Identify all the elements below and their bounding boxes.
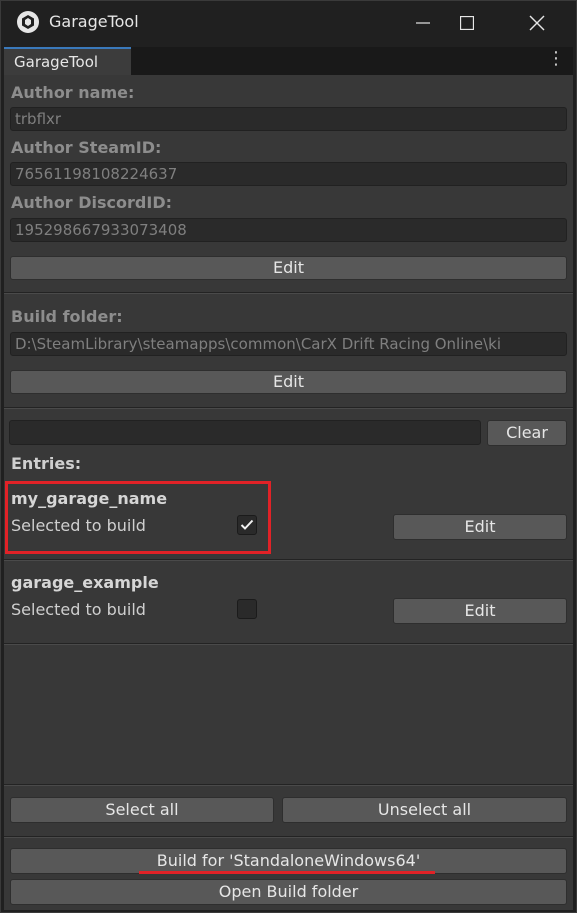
selected-checkbox[interactable] — [237, 599, 257, 619]
build-folder-label: Build folder: — [11, 307, 123, 326]
entry-name: garage_example — [11, 573, 159, 592]
divider — [4, 785, 573, 786]
tab-bar: GarageTool ⋮ — [4, 47, 573, 75]
maximize-icon[interactable] — [444, 1, 490, 45]
annotation-underline — [139, 871, 435, 874]
divider — [4, 293, 573, 294]
entry-status-label: Selected to build — [11, 600, 146, 619]
build-folder-field: D:\SteamLibrary\steamapps\common\CarX Dr… — [10, 332, 567, 356]
window-title: GarageTool — [49, 12, 139, 31]
divider — [4, 837, 573, 838]
author-name-label: Author name: — [11, 83, 135, 102]
garage-tool-window: GarageTool GarageTool ⋮ Author name: trb… — [0, 0, 577, 913]
author-discordid-field: 195298667933073408 — [10, 218, 567, 242]
edit-author-button[interactable]: Edit — [10, 256, 567, 280]
edit-entry-button[interactable]: Edit — [393, 514, 567, 540]
select-all-button[interactable]: Select all — [10, 797, 274, 823]
edit-build-folder-button[interactable]: Edit — [10, 370, 567, 394]
unity-logo-icon — [17, 11, 39, 33]
author-discordid-label: Author DiscordID: — [11, 193, 173, 212]
entries-label: Entries: — [11, 454, 82, 473]
author-steamid-label: Author SteamID: — [11, 138, 162, 157]
entries-empty-area — [4, 645, 573, 783]
more-vertical-icon[interactable]: ⋮ — [547, 50, 565, 68]
search-input[interactable] — [9, 420, 481, 445]
close-icon[interactable] — [514, 1, 560, 45]
clear-button[interactable]: Clear — [487, 420, 567, 446]
title-bar[interactable]: GarageTool — [1, 1, 576, 45]
annotation-highlight-box — [5, 481, 271, 554]
minimize-icon[interactable] — [400, 1, 446, 45]
author-steamid-field: 76561198108224637 — [10, 162, 567, 186]
edit-entry-button[interactable]: Edit — [393, 598, 567, 624]
tab-garagetool[interactable]: GarageTool — [4, 47, 131, 75]
divider — [4, 560, 573, 561]
open-build-folder-button[interactable]: Open Build folder — [10, 879, 567, 905]
divider — [4, 408, 573, 409]
author-name-field: trbflxr — [10, 107, 567, 131]
unselect-all-button[interactable]: Unselect all — [282, 797, 567, 823]
